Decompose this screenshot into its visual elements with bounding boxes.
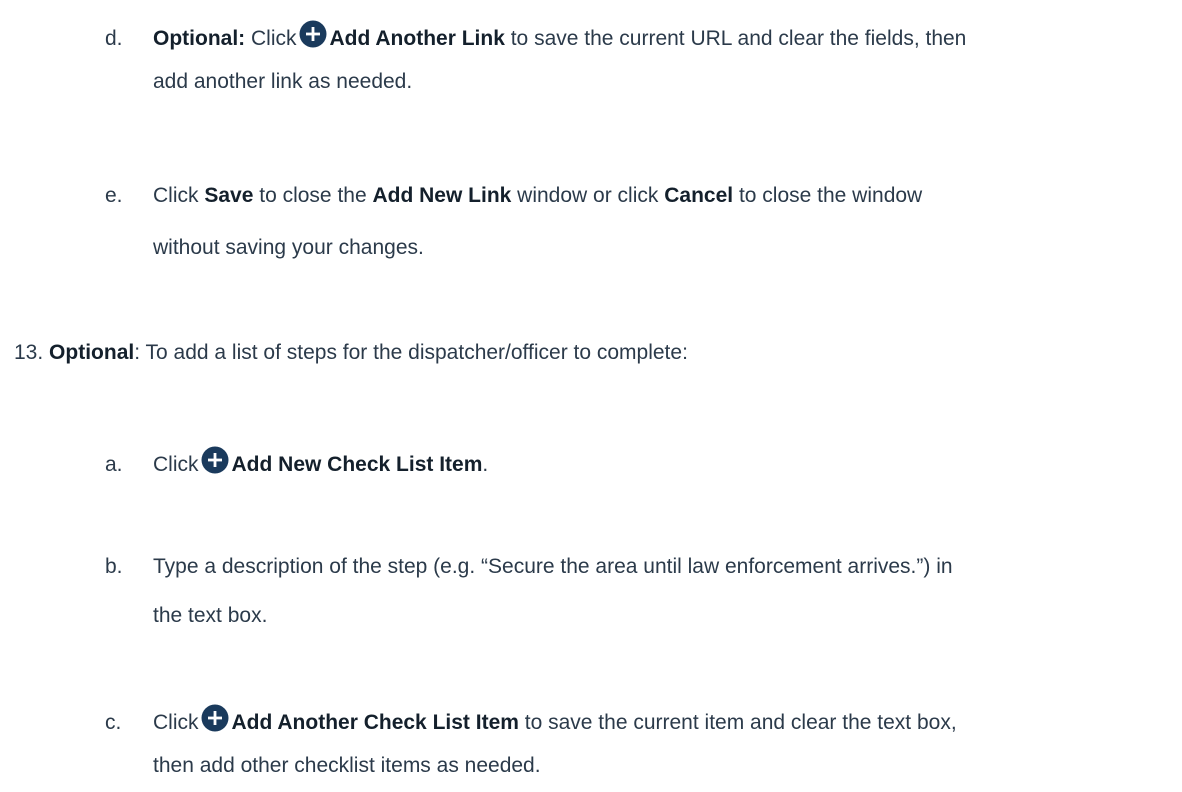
step-e-line1: Click Save to close the Add New Link win… bbox=[153, 176, 922, 216]
list-marker-d: d. bbox=[105, 27, 123, 50]
step-d-line2: add another link as needed. bbox=[153, 70, 413, 93]
step-number: 13. bbox=[14, 341, 44, 364]
step-c-line2: then add other checklist items as needed… bbox=[153, 754, 541, 777]
step-a-line1: Click Add New Check List Item. bbox=[153, 445, 488, 485]
step-e-text-2: window or click bbox=[517, 184, 659, 207]
step-13-line: 13. Optional: To add a list of steps for… bbox=[14, 333, 688, 373]
add-another-link-label: Add Another Link bbox=[329, 27, 505, 50]
click-text: Click bbox=[251, 27, 297, 50]
step-d-description: to save the current URL and clear the fi… bbox=[510, 27, 967, 50]
list-marker-b: b. bbox=[105, 555, 123, 578]
step-13-description: : To add a list of steps for the dispatc… bbox=[134, 341, 688, 364]
add-new-check-list-item-label: Add New Check List Item bbox=[231, 453, 483, 476]
step-b-line2: the text box. bbox=[153, 604, 268, 627]
click-text: Click bbox=[153, 453, 199, 476]
add-new-link-label: Add New Link bbox=[372, 184, 512, 207]
click-text: Click bbox=[153, 711, 199, 734]
save-label: Save bbox=[204, 184, 254, 207]
click-text: Click bbox=[153, 184, 199, 207]
step-e-text-3: to close the window bbox=[738, 184, 923, 207]
plus-circle-icon bbox=[201, 446, 229, 474]
list-marker-a: a. bbox=[105, 453, 123, 476]
optional-label: Optional bbox=[49, 341, 135, 364]
cancel-label: Cancel bbox=[664, 184, 734, 207]
optional-label: Optional: bbox=[153, 27, 246, 50]
step-b-line1: Type a description of the step (e.g. “Se… bbox=[153, 555, 953, 578]
step-c-line1: Click Add Another Check List Item to save… bbox=[153, 703, 957, 743]
add-another-check-list-item-label: Add Another Check List Item bbox=[231, 711, 519, 734]
plus-circle-icon bbox=[201, 704, 229, 732]
step-e-text-1: to close the bbox=[259, 184, 367, 207]
list-marker-e: e. bbox=[105, 184, 123, 207]
list-marker-c: c. bbox=[105, 711, 122, 734]
step-d-line1: Optional: Click Add Another Link to save … bbox=[153, 19, 966, 59]
step-c-description: to save the current item and clear the t… bbox=[524, 711, 957, 734]
period: . bbox=[482, 453, 489, 476]
plus-circle-icon bbox=[299, 20, 327, 48]
step-e-line2: without saving your changes. bbox=[153, 236, 424, 259]
